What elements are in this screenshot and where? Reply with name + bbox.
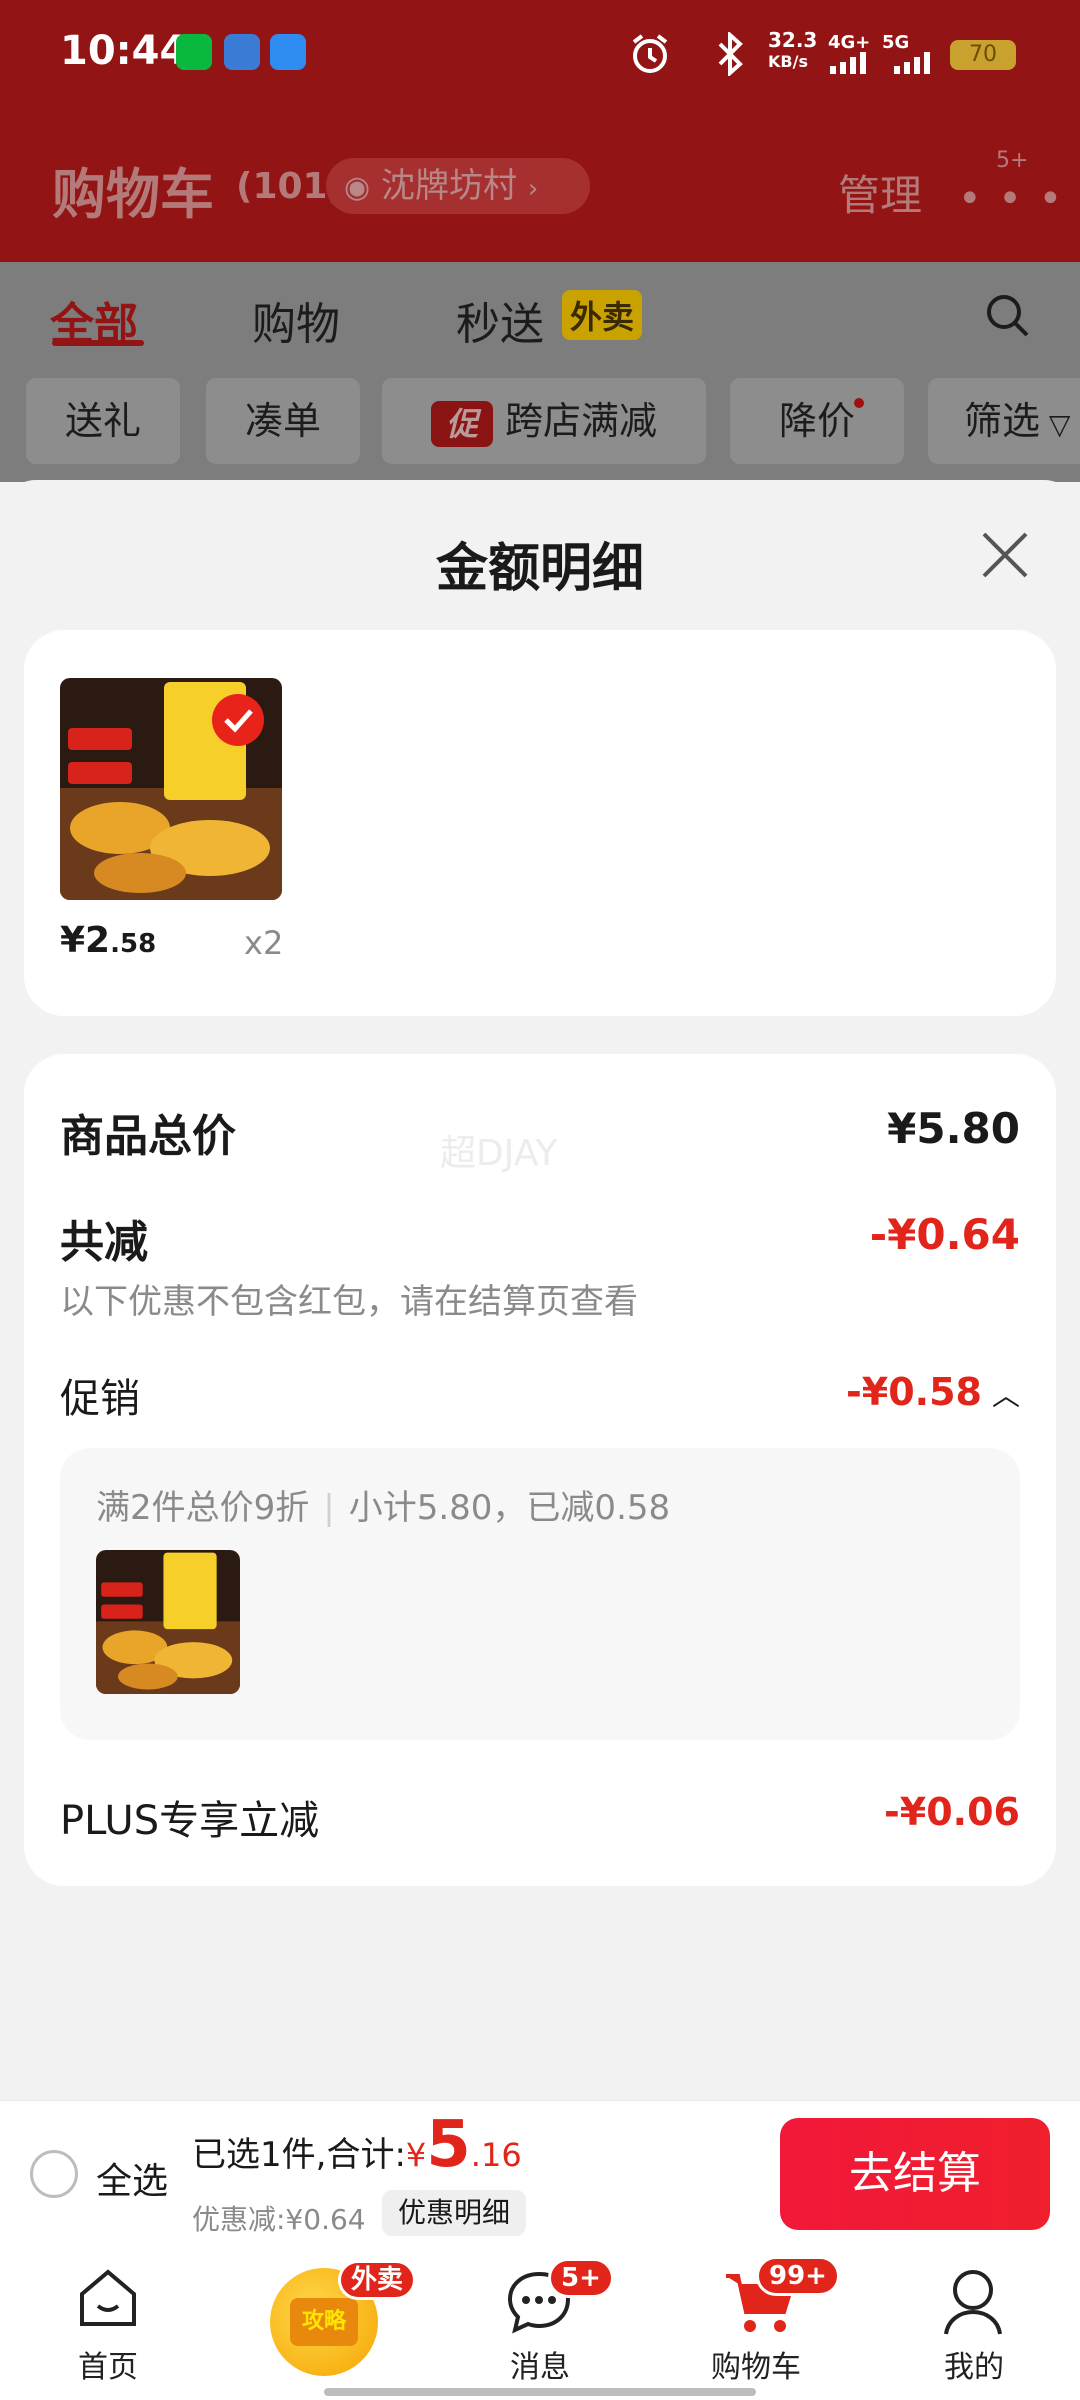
net-type-1: 4G+ bbox=[828, 32, 871, 53]
chip-filter[interactable]: 筛选 ▽ bbox=[928, 378, 1080, 464]
reduce-value: -¥0.64 bbox=[869, 1210, 1020, 1259]
more-badge: 5+ bbox=[996, 148, 1029, 173]
status-bar: 10:44 32.3 KB/s 4G+ 5G 70 bbox=[0, 0, 1080, 110]
tab-underline bbox=[52, 340, 144, 346]
close-icon[interactable] bbox=[978, 528, 1032, 582]
promo-subtotal: 小计5.80，已减0.58 bbox=[348, 1488, 671, 1528]
promo-label: 促销 bbox=[60, 1376, 140, 1422]
chip-price-drop[interactable]: 降价 bbox=[730, 378, 904, 464]
nav-profile-label[interactable]: 我的 bbox=[894, 2342, 1054, 2386]
net-speed: 32.3 KB/s bbox=[768, 28, 818, 71]
status-time: 10:44 bbox=[60, 28, 188, 74]
app-notification-icon bbox=[224, 34, 260, 70]
grand-total-int: 5 bbox=[426, 2108, 471, 2182]
plus-label: PLUS专享立减 bbox=[60, 1798, 320, 1844]
product-image bbox=[96, 1550, 240, 1694]
app-notification-icon-2 bbox=[270, 34, 306, 70]
product-image bbox=[60, 678, 282, 900]
nav-cart-label[interactable]: 购物车 bbox=[676, 2342, 836, 2386]
chip-price-drop-label: 降价 bbox=[778, 399, 855, 443]
currency: ¥ bbox=[405, 2136, 427, 2174]
location-label: 沈牌坊村 bbox=[381, 166, 517, 206]
battery-icon: 70 bbox=[950, 40, 1016, 70]
tab-shopping[interactable]: 购物 bbox=[252, 288, 340, 352]
chip-cross-store[interactable]: 促跨店满减 bbox=[382, 378, 706, 464]
alarm-icon bbox=[632, 34, 668, 73]
reduce-note: 以下优惠不包含红包，请在结算页查看 bbox=[60, 1282, 638, 1322]
home-icon bbox=[80, 2269, 136, 2326]
discount-text: 优惠减:¥0.64 bbox=[192, 2203, 366, 2236]
promo-tag: 促 bbox=[430, 400, 493, 447]
promo-value: -¥0.58 bbox=[846, 1370, 982, 1414]
chevron-right-icon: › bbox=[527, 174, 539, 204]
nav-home-label[interactable]: 首页 bbox=[28, 2342, 188, 2386]
red-dot bbox=[854, 398, 864, 408]
total-summary: 已选1件,合计:¥5.16 bbox=[192, 2108, 522, 2182]
chip-cross-store-label: 跨店满减 bbox=[504, 399, 657, 443]
nav-message-badge: 5+ bbox=[548, 2258, 614, 2298]
watermark: 超DJAY bbox=[440, 1133, 558, 1174]
page-title: 购物车 bbox=[52, 163, 214, 226]
wechat-icon bbox=[176, 34, 212, 70]
chip-filter-label: 筛选 bbox=[964, 399, 1041, 443]
signal-icon-2 bbox=[894, 52, 930, 74]
nav-cart-badge: 99+ bbox=[756, 2256, 840, 2296]
more-icon[interactable]: • • • bbox=[958, 176, 1064, 222]
product-thumbnail[interactable] bbox=[60, 678, 282, 900]
location-pill[interactable]: ◉ 沈牌坊村 › bbox=[326, 158, 590, 214]
nav-message-label[interactable]: 消息 bbox=[460, 2342, 620, 2386]
item-price: ¥2.58 bbox=[60, 920, 157, 961]
total-label: 商品总价 bbox=[60, 1111, 236, 1162]
promo-item-thumbnail[interactable] bbox=[96, 1550, 240, 1694]
search-icon[interactable] bbox=[984, 292, 1032, 340]
checkout-button[interactable]: 去结算 bbox=[780, 2118, 1050, 2230]
chip-combine[interactable]: 凑单 bbox=[206, 378, 360, 464]
discount-detail-button[interactable]: 优惠明细 bbox=[382, 2190, 527, 2236]
grand-total-dec: .16 bbox=[470, 2136, 522, 2174]
sheet-title: 金额明细 bbox=[435, 539, 644, 599]
promo-rule: 满2件总价9折 bbox=[96, 1488, 310, 1528]
chip-gift[interactable]: 送礼 bbox=[26, 378, 180, 464]
plus-value: -¥0.06 bbox=[884, 1790, 1020, 1834]
total-value: ¥5.80 bbox=[887, 1104, 1020, 1153]
selected-text: 已选1件,合计: bbox=[192, 2135, 406, 2175]
eye-icon: ◉ bbox=[344, 170, 371, 205]
tab-instant[interactable]: 秒送 bbox=[456, 288, 544, 352]
chevron-up-icon: ︿ bbox=[991, 1379, 1020, 1412]
profile-icon[interactable] bbox=[940, 2266, 1006, 2338]
item-quantity: x2 bbox=[244, 924, 284, 962]
waimai-badge: 外卖 bbox=[562, 290, 643, 340]
signal-icon bbox=[830, 52, 866, 74]
select-all-checkbox[interactable] bbox=[30, 2150, 78, 2198]
promo-toggle[interactable]: -¥0.58 ︿ bbox=[846, 1370, 1020, 1414]
manage-button[interactable]: 管理 bbox=[838, 162, 922, 223]
reduce-label: 共减 bbox=[60, 1217, 148, 1268]
guide-bag-icon: 攻略 bbox=[290, 2298, 358, 2346]
bluetooth-icon bbox=[718, 32, 743, 76]
promo-rule-line: 满2件总价9折 | 小计5.80，已减0.58 bbox=[96, 1488, 671, 1528]
net-type-2: 5G bbox=[882, 32, 910, 53]
select-all-label[interactable]: 全选 bbox=[96, 2152, 168, 2204]
nav-guide-badge: 外卖 bbox=[338, 2260, 417, 2300]
home-indicator bbox=[324, 2388, 756, 2396]
filter-icon: ▽ bbox=[1040, 408, 1071, 441]
